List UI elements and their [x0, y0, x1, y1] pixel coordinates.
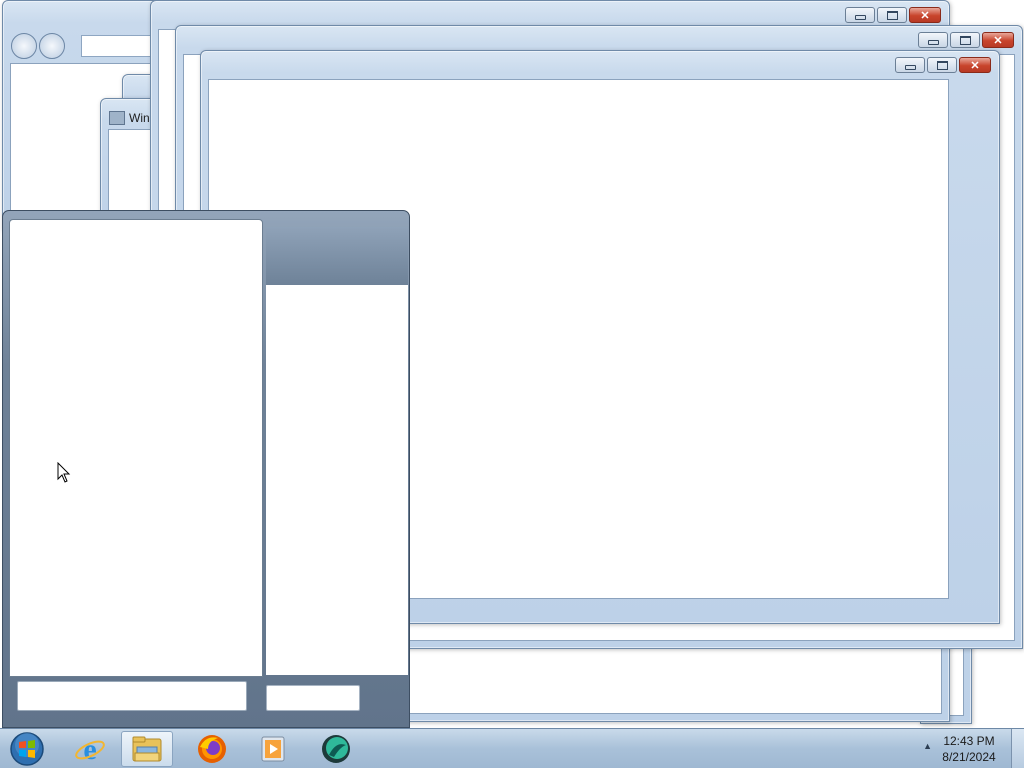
folder-icon [132, 736, 162, 762]
svg-text:e: e [83, 733, 96, 765]
maximize-icon [959, 35, 971, 45]
start-menu-search-input[interactable] [17, 681, 247, 711]
minimize-button[interactable] [918, 32, 948, 48]
start-menu-places-list[interactable] [266, 285, 408, 675]
window-title: Win [129, 111, 150, 125]
show-desktop-button[interactable] [1011, 729, 1024, 768]
taskbar-media-player[interactable] [247, 731, 299, 767]
mouse-cursor-icon [57, 462, 71, 483]
start-button[interactable] [2, 731, 52, 767]
address-bar[interactable] [81, 35, 159, 57]
media-player-icon [261, 736, 285, 762]
show-hidden-icons-button[interactable]: ▲ [923, 741, 932, 751]
close-button[interactable]: ✕ [982, 32, 1014, 48]
close-icon: ✕ [993, 34, 1003, 47]
clock-date: 8/21/2024 [942, 750, 996, 764]
windows-orb-icon [10, 732, 44, 766]
back-button[interactable] [11, 33, 37, 59]
taskbar-windows-explorer[interactable] [121, 731, 173, 767]
close-button[interactable]: ✕ [909, 7, 941, 23]
close-icon: ✕ [920, 9, 930, 22]
clock-time: 12:43 PM [943, 734, 995, 748]
maximize-button[interactable] [877, 7, 907, 23]
minimize-icon [927, 40, 939, 45]
minimize-icon [904, 65, 916, 70]
forward-button[interactable] [39, 33, 65, 59]
close-button[interactable]: ✕ [959, 57, 991, 73]
maximize-icon [936, 60, 948, 70]
taskbar: e ▲ 12:43 PM 8/21/2024 [0, 728, 1024, 768]
start-menu-programs-list[interactable] [9, 219, 263, 677]
firefox-icon [198, 735, 226, 763]
minimize-button[interactable] [845, 7, 875, 23]
window-app-icon [109, 111, 125, 125]
start-menu-user-picture-area [266, 227, 408, 285]
clock[interactable]: 12:43 PM 8/21/2024 [934, 733, 1004, 765]
maximize-icon [886, 10, 898, 20]
close-icon: ✕ [970, 59, 980, 72]
taskbar-internet-explorer[interactable]: e [64, 731, 116, 767]
shutdown-button[interactable] [266, 685, 360, 711]
minimize-button[interactable] [895, 57, 925, 73]
green-circle-app-icon [322, 735, 350, 763]
minimize-icon [854, 15, 866, 20]
internet-explorer-icon: e [75, 733, 105, 765]
taskbar-firefox[interactable] [186, 731, 238, 767]
taskbar-app[interactable] [310, 731, 362, 767]
maximize-button[interactable] [927, 57, 957, 73]
maximize-button[interactable] [950, 32, 980, 48]
